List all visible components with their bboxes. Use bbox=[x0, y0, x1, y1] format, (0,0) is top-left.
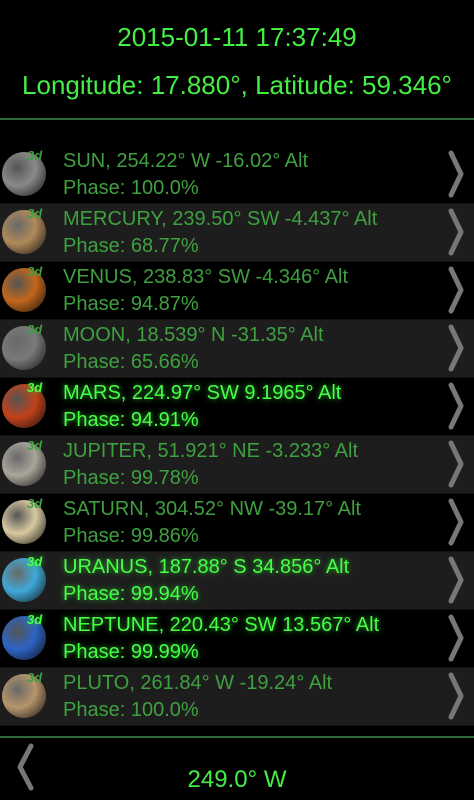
chevron-right-icon bbox=[448, 440, 464, 488]
location-label: Longitude: 17.880°, Latitude: 59.346° bbox=[22, 70, 452, 100]
body-phase-text: Phase: 68.77% bbox=[63, 235, 199, 257]
body-phase-text: Phase: 100.0% bbox=[63, 699, 199, 721]
body-phase-text: Phase: 94.91% bbox=[63, 409, 199, 431]
top-divider bbox=[0, 118, 474, 120]
body-row-moon[interactable]: 3d MOON, 18.539° N -31.35° Alt Phase: 65… bbox=[0, 320, 474, 378]
3d-view-tag[interactable]: 3d bbox=[27, 438, 42, 453]
body-position-text: MERCURY, 239.50° SW -4.437° Alt bbox=[63, 208, 378, 230]
azimuth-label: 249.0° W bbox=[187, 766, 287, 793]
body-position-text: VENUS, 238.83° SW -4.346° Alt bbox=[63, 266, 349, 288]
chevron-right-icon bbox=[448, 672, 464, 720]
chevron-right-icon bbox=[448, 614, 464, 662]
header: 2015-01-11 17:37:49 Longitude: 17.880°, … bbox=[0, 0, 474, 118]
body-phase-text: Phase: 99.94% bbox=[63, 583, 199, 605]
body-position-text: PLUTO, 261.84° W -19.24° Alt bbox=[63, 672, 333, 694]
body-phase-text: Phase: 100.0% bbox=[63, 177, 199, 199]
3d-view-tag[interactable]: 3d bbox=[27, 380, 42, 395]
3d-view-tag[interactable]: 3d bbox=[27, 206, 42, 221]
body-position-text: SATURN, 304.52° NW -39.17° Alt bbox=[63, 498, 361, 520]
3d-view-tag[interactable]: 3d bbox=[27, 148, 42, 163]
celestial-body-list: 3d SUN, 254.22° W -16.02° Alt Phase: 100… bbox=[0, 146, 474, 726]
body-row-uranus[interactable]: 3d URANUS, 187.88° S 34.856° Alt Phase: … bbox=[0, 552, 474, 610]
body-phase-text: Phase: 99.99% bbox=[63, 641, 199, 663]
body-position-text: SUN, 254.22° W -16.02° Alt bbox=[63, 150, 308, 172]
datetime-label: 2015-01-11 17:37:49 bbox=[117, 22, 357, 52]
chevron-right-icon bbox=[448, 498, 464, 546]
body-position-text: MOON, 18.539° N -31.35° Alt bbox=[63, 324, 324, 346]
bottom-divider bbox=[0, 736, 474, 738]
body-row-venus[interactable]: 3d VENUS, 238.83° SW -4.346° Alt Phase: … bbox=[0, 262, 474, 320]
chevron-right-icon bbox=[448, 324, 464, 372]
3d-view-tag[interactable]: 3d bbox=[27, 264, 42, 279]
body-phase-text: Phase: 99.86% bbox=[63, 525, 199, 547]
3d-view-tag[interactable]: 3d bbox=[27, 496, 42, 511]
3d-view-tag[interactable]: 3d bbox=[27, 554, 42, 569]
chevron-right-icon bbox=[448, 150, 464, 198]
chevron-right-icon bbox=[448, 208, 464, 256]
body-position-text: URANUS, 187.88° S 34.856° Alt bbox=[63, 556, 350, 578]
body-phase-text: Phase: 94.87% bbox=[63, 293, 199, 315]
chevron-right-icon bbox=[448, 556, 464, 604]
chevron-right-icon bbox=[448, 266, 464, 314]
body-position-text: MARS, 224.97° SW 9.1965° Alt bbox=[63, 382, 342, 404]
body-position-text: NEPTUNE, 220.43° SW 13.567° Alt bbox=[63, 614, 380, 636]
body-phase-text: Phase: 65.66% bbox=[63, 351, 199, 373]
chevron-right-icon bbox=[448, 382, 464, 430]
body-position-text: JUPITER, 51.921° NE -3.233° Alt bbox=[63, 440, 359, 462]
body-row-jupiter[interactable]: 3d JUPITER, 51.921° NE -3.233° Alt Phase… bbox=[0, 436, 474, 494]
body-phase-text: Phase: 99.78% bbox=[63, 467, 199, 489]
body-row-saturn[interactable]: 3d SATURN, 304.52° NW -39.17° Alt Phase:… bbox=[0, 494, 474, 552]
3d-view-tag[interactable]: 3d bbox=[27, 612, 42, 627]
3d-view-tag[interactable]: 3d bbox=[27, 322, 42, 337]
body-row-mars[interactable]: 3d MARS, 224.97° SW 9.1965° Alt Phase: 9… bbox=[0, 378, 474, 436]
body-row-mercury[interactable]: 3d MERCURY, 239.50° SW -4.437° Alt Phase… bbox=[0, 204, 474, 262]
3d-view-tag[interactable]: 3d bbox=[27, 670, 42, 685]
body-row-neptune[interactable]: 3d NEPTUNE, 220.43° SW 13.567° Alt Phase… bbox=[0, 610, 474, 668]
body-row-sun[interactable]: 3d SUN, 254.22° W -16.02° Alt Phase: 100… bbox=[0, 146, 474, 204]
body-row-pluto[interactable]: 3d PLUTO, 261.84° W -19.24° Alt Phase: 1… bbox=[0, 668, 474, 726]
